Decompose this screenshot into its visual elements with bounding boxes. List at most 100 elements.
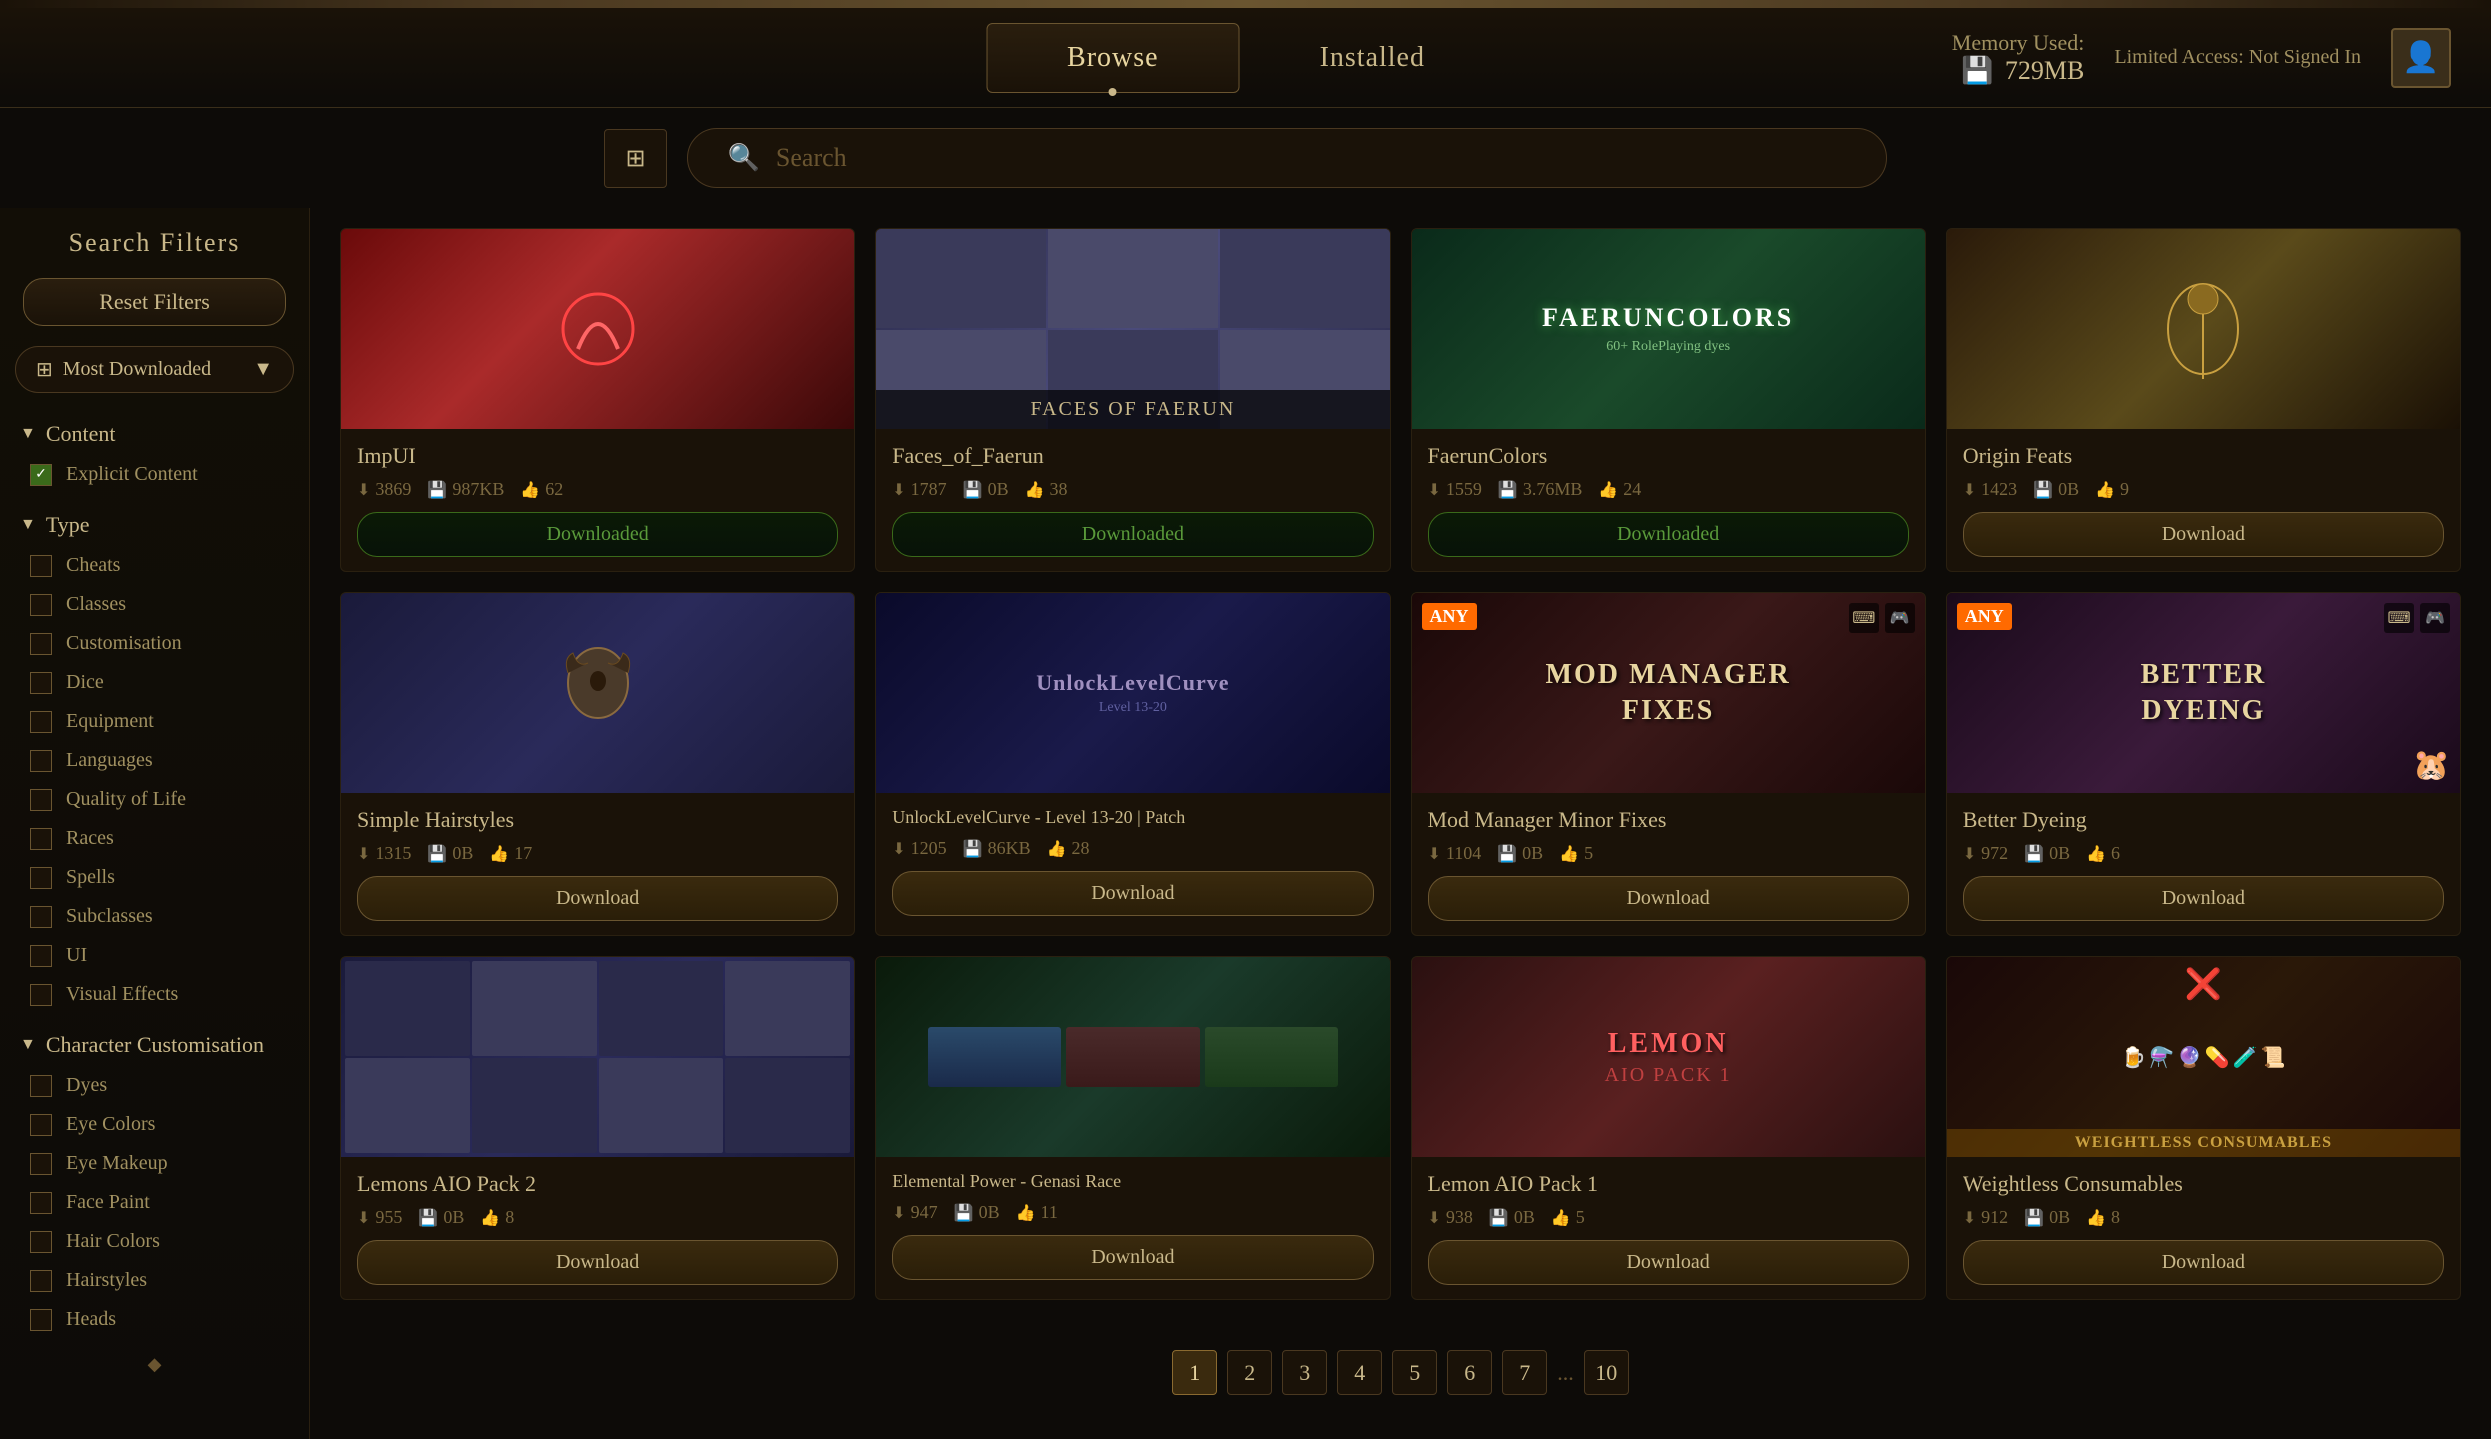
customisation-checkbox[interactable] <box>30 633 52 655</box>
mod-stats: ⬇ 1104 💾 0B 👍 5 <box>1428 843 1909 864</box>
char-section-header[interactable]: ▼ Character Customisation <box>20 1024 289 1066</box>
dyes-checkbox[interactable] <box>30 1075 52 1097</box>
download-button-hairstyles[interactable]: Download <box>357 876 838 921</box>
quality-checkbox[interactable] <box>30 789 52 811</box>
filter-hairstyles[interactable]: Hairstyles <box>20 1261 289 1300</box>
page-button-5[interactable]: 5 <box>1392 1350 1437 1395</box>
face-paint-label: Face Paint <box>66 1191 150 1214</box>
filter-races[interactable]: Races <box>20 819 289 858</box>
download-button-lemons[interactable]: Download <box>357 1240 838 1285</box>
likes-stat: 👍 38 <box>1025 479 1068 500</box>
download-button-origin[interactable]: Download <box>1963 512 2444 557</box>
type-section-label: Type <box>46 512 90 538</box>
download-button-weightless[interactable]: Download <box>1963 1240 2444 1285</box>
filter-customisation[interactable]: Customisation <box>20 624 289 663</box>
likes-stat: 👍 9 <box>2095 479 2129 500</box>
type-section-header[interactable]: ▼ Type <box>20 504 289 546</box>
classes-checkbox[interactable] <box>30 594 52 616</box>
download-button-faces[interactable]: Downloaded <box>892 512 1373 557</box>
subclasses-checkbox[interactable] <box>30 906 52 928</box>
filter-languages[interactable]: Languages <box>20 741 289 780</box>
filter-face-paint[interactable]: Face Paint <box>20 1183 289 1222</box>
filter-equipment[interactable]: Equipment <box>20 702 289 741</box>
size-stat: 💾 0B <box>1497 843 1543 864</box>
page-button-10[interactable]: 10 <box>1584 1350 1629 1395</box>
filter-visual[interactable]: Visual Effects <box>20 975 289 1014</box>
sidebar: Search Filters Reset Filters ⊞ Most Down… <box>0 208 310 1439</box>
page-button-2[interactable]: 2 <box>1227 1350 1272 1395</box>
download-button-dyeing[interactable]: Download <box>1963 876 2444 921</box>
dice-checkbox[interactable] <box>30 672 52 694</box>
equipment-checkbox[interactable] <box>30 711 52 733</box>
page-button-7[interactable]: 7 <box>1502 1350 1547 1395</box>
filter-toggle-button[interactable]: ⊞ <box>604 129 666 188</box>
heads-checkbox[interactable] <box>30 1309 52 1331</box>
visual-checkbox[interactable] <box>30 984 52 1006</box>
tab-browse[interactable]: Browse <box>986 23 1240 93</box>
like-icon: 👍 <box>2095 480 2115 500</box>
mod-card-unlock[interactable]: UnlockLevelCurve Level 13-20 UnlockLevel… <box>875 592 1390 936</box>
content-section-header[interactable]: ▼ Content <box>20 413 289 455</box>
races-checkbox[interactable] <box>30 828 52 850</box>
mod-thumbnail-hairstyles <box>341 593 854 793</box>
spells-checkbox[interactable] <box>30 867 52 889</box>
download-button-elemental[interactable]: Download <box>892 1235 1373 1280</box>
avatar[interactable]: 👤 <box>2391 28 2451 88</box>
mod-info-faces: Faces_of_Faerun ⬇ 1787 💾 0B 👍 38 <box>876 429 1389 571</box>
filter-eye-colors[interactable]: Eye Colors <box>20 1105 289 1144</box>
hairstyles-checkbox[interactable] <box>30 1270 52 1292</box>
mod-stats: ⬇ 3869 💾 987KB 👍 62 <box>357 479 838 500</box>
mod-card-lemons[interactable]: Lemons AIO Pack 2 ⬇ 955 💾 0B 👍 8 <box>340 956 855 1300</box>
reset-filters-button[interactable]: Reset Filters <box>23 278 286 326</box>
filter-quality[interactable]: Quality of Life <box>20 780 289 819</box>
page-button-4[interactable]: 4 <box>1337 1350 1382 1395</box>
mod-card-origin[interactable]: Origin Feats ⬇ 1423 💾 0B 👍 9 <box>1946 228 2461 572</box>
languages-checkbox[interactable] <box>30 750 52 772</box>
download-button-lemon[interactable]: Download <box>1428 1240 1909 1285</box>
memory-icon: 💾 <box>1961 56 1993 85</box>
mod-card-impui[interactable]: ImpUI ⬇ 3869 💾 987KB 👍 62 <box>340 228 855 572</box>
hair-colors-checkbox[interactable] <box>30 1231 52 1253</box>
sidebar-scroll-down: ◆ <box>0 1349 309 1380</box>
mod-card-lemon[interactable]: LEMON AIO PACK 1 Lemon AIO Pack 1 ⬇ 938 … <box>1411 956 1926 1300</box>
size-icon: 💾 <box>2024 1208 2044 1228</box>
sort-dropdown[interactable]: ⊞ Most Downloaded ▼ <box>15 346 294 393</box>
mod-card-hairstyles[interactable]: Simple Hairstyles ⬇ 1315 💾 0B 👍 17 <box>340 592 855 936</box>
hair-colors-label: Hair Colors <box>66 1230 160 1253</box>
filter-classes[interactable]: Classes <box>20 585 289 624</box>
mod-card-faerun[interactable]: FAERUNCOLORS 60+ RolePlaying dyes Faerun… <box>1411 228 1926 572</box>
mod-card-weightless[interactable]: ❌ WEIGHTLESS CONSUMABLES 🍺 ⚗️ 🔮 💊 🧪 📜 <box>1946 956 2461 1300</box>
page-button-6[interactable]: 6 <box>1447 1350 1492 1395</box>
tab-installed[interactable]: Installed <box>1240 24 1505 92</box>
eye-colors-checkbox[interactable] <box>30 1114 52 1136</box>
filter-spells[interactable]: Spells <box>20 858 289 897</box>
filter-hair-colors[interactable]: Hair Colors <box>20 1222 289 1261</box>
download-button-impui[interactable]: Downloaded <box>357 512 838 557</box>
page-button-3[interactable]: 3 <box>1282 1350 1327 1395</box>
page-button-1[interactable]: 1 <box>1172 1350 1217 1395</box>
size-icon: 💾 <box>963 480 983 500</box>
ui-checkbox[interactable] <box>30 945 52 967</box>
size-icon: 💾 <box>954 1203 974 1223</box>
filter-dyes[interactable]: Dyes <box>20 1066 289 1105</box>
mod-card-dyeing[interactable]: ANY ⌨ 🎮 BETTERDYEING 🐹 Better Dyeing <box>1946 592 2461 936</box>
filter-explicit-content[interactable]: Explicit Content <box>20 455 289 494</box>
filter-ui[interactable]: UI <box>20 936 289 975</box>
filter-dice[interactable]: Dice <box>20 663 289 702</box>
eye-makeup-checkbox[interactable] <box>30 1153 52 1175</box>
download-button-faerun[interactable]: Downloaded <box>1428 512 1909 557</box>
filter-cheats[interactable]: Cheats <box>20 546 289 585</box>
mod-card-faces[interactable]: FACES OF FAERUN Faces_of_Faerun ⬇ 1787 💾… <box>875 228 1390 572</box>
explicit-content-checkbox[interactable] <box>30 464 52 486</box>
cheats-checkbox[interactable] <box>30 555 52 577</box>
filter-subclasses[interactable]: Subclasses <box>20 897 289 936</box>
face-paint-checkbox[interactable] <box>30 1192 52 1214</box>
filter-eye-makeup[interactable]: Eye Makeup <box>20 1144 289 1183</box>
download-icon: ⬇ <box>892 480 905 500</box>
filter-heads[interactable]: Heads <box>20 1300 289 1339</box>
mod-card-modmanager[interactable]: ANY ⌨ 🎮 MOD MANAGERFIXES Mod Manager Min… <box>1411 592 1926 936</box>
download-button-unlock[interactable]: Download <box>892 871 1373 916</box>
mod-card-elemental[interactable]: Elemental Power - Genasi Race ⬇ 947 💾 0B… <box>875 956 1390 1300</box>
download-button-modmanager[interactable]: Download <box>1428 876 1909 921</box>
search-input[interactable] <box>776 143 1846 173</box>
